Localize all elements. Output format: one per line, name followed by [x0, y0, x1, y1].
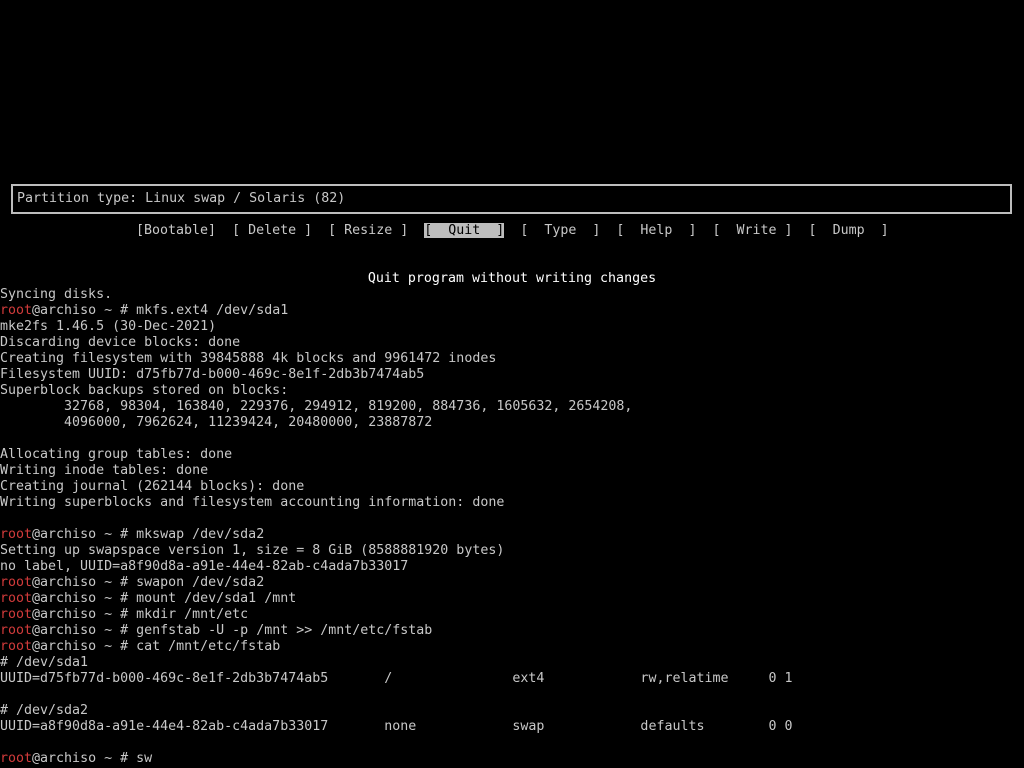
- prompt-user: root: [0, 623, 33, 638]
- command-text: sw: [136, 751, 153, 766]
- prompt-host: @archiso ~ #: [32, 591, 137, 606]
- output-line: Writing inode tables: done: [0, 463, 209, 478]
- command-text: mkswap /dev/sda2: [136, 527, 265, 542]
- output-line: UUID=d75fb77d-b000-469c-8e1f-2db3b7474ab…: [0, 671, 793, 686]
- command-text: swapon /dev/sda2: [136, 575, 265, 590]
- command-text: mount /dev/sda1 /mnt: [136, 591, 297, 606]
- output-line: Allocating group tables: done: [0, 447, 233, 462]
- prompt-user: root: [0, 591, 33, 606]
- prompt-host: @archiso ~ #: [32, 607, 137, 622]
- output-line: Discarding device blocks: done: [0, 335, 241, 350]
- output-line: 32768, 98304, 163840, 229376, 294912, 81…: [0, 399, 633, 414]
- menu-spacer: [216, 223, 232, 238]
- prompt-user: root: [0, 575, 33, 590]
- output-line: # /dev/sda2: [0, 703, 89, 718]
- menu-item-write[interactable]: [ Write ]: [712, 223, 792, 238]
- prompt-user: root: [0, 639, 33, 654]
- terminal-output[interactable]: Syncing disks. root@archiso ~ # mkfs.ext4…: [0, 287, 1024, 767]
- command-text: cat /mnt/etc/fstab: [136, 639, 281, 654]
- menu-spacer: [408, 223, 424, 238]
- prompt-line: root@archiso ~ # mkfs.ext4 /dev/sda1: [0, 303, 1024, 319]
- prompt-line: root@archiso ~ # mkswap /dev/sda2: [0, 527, 1024, 543]
- menu-spacer: [312, 223, 328, 238]
- output-line: mke2fs 1.46.5 (30-Dec-2021): [0, 319, 217, 334]
- output-line: Writing superblocks and filesystem accou…: [0, 495, 505, 510]
- menu-item-quit[interactable]: [ Quit ]: [424, 223, 505, 238]
- output-line: no label, UUID=a8f90d8a-a91e-44e4-82ab-c…: [0, 559, 409, 574]
- cfdisk-menu-bar: [Bootable] [ Delete ] [ Resize ] [ Quit …: [136, 223, 889, 239]
- command-text: mkfs.ext4 /dev/sda1: [136, 303, 289, 318]
- command-text: genfstab -U -p /mnt >> /mnt/etc/fstab: [136, 623, 433, 638]
- command-text: mkdir /mnt/etc: [136, 607, 249, 622]
- output-line: Creating filesystem with 39845888 4k blo…: [0, 351, 497, 366]
- prompt-user: root: [0, 527, 33, 542]
- menu-item-help[interactable]: [ Help ]: [616, 223, 696, 238]
- prompt-line: root@archiso ~ # genfstab -U -p /mnt >> …: [0, 623, 1024, 639]
- output-line: 4096000, 7962624, 11239424, 20480000, 23…: [0, 415, 433, 430]
- prompt-line: root@archiso ~ # mkdir /mnt/etc: [0, 607, 1024, 623]
- prompt-line: root@archiso ~ # cat /mnt/etc/fstab: [0, 639, 1024, 655]
- menu-spacer: [504, 223, 520, 238]
- partition-info-box: Partition type: Linux swap / Solaris (82…: [11, 184, 1012, 214]
- prompt-user: root: [0, 303, 33, 318]
- prompt-line: root@archiso ~ # swapon /dev/sda2: [0, 575, 1024, 591]
- menu-item-type[interactable]: [ Type ]: [520, 223, 600, 238]
- menu-item-bootable[interactable]: [Bootable]: [136, 223, 216, 238]
- menu-spacer: [696, 223, 712, 238]
- menu-spacer: [600, 223, 616, 238]
- output-line: Syncing disks.: [0, 287, 113, 302]
- prompt-host: @archiso ~ #: [32, 303, 137, 318]
- prompt-host: @archiso ~ #: [32, 575, 137, 590]
- menu-description: Quit program without writing changes: [367, 271, 657, 286]
- partition-type-text: Partition type: Linux swap / Solaris (82…: [17, 191, 346, 206]
- menu-item-dump[interactable]: [ Dump ]: [809, 223, 889, 238]
- output-line: UUID=a8f90d8a-a91e-44e4-82ab-c4ada7b3301…: [0, 719, 793, 734]
- output-line: Creating journal (262144 blocks): done: [0, 479, 305, 494]
- menu-item-delete[interactable]: [ Delete ]: [232, 223, 312, 238]
- output-line: Setting up swapspace version 1, size = 8…: [0, 543, 505, 558]
- prompt-user: root: [0, 751, 33, 766]
- prompt-host: @archiso ~ #: [32, 527, 137, 542]
- prompt-host: @archiso ~ #: [32, 751, 137, 766]
- output-line: Filesystem UUID: d75fb77d-b000-469c-8e1f…: [0, 367, 425, 382]
- prompt-host: @archiso ~ #: [32, 623, 137, 638]
- output-line: Superblock backups stored on blocks:: [0, 383, 289, 398]
- menu-item-resize[interactable]: [ Resize ]: [328, 223, 408, 238]
- output-line: # /dev/sda1: [0, 655, 89, 670]
- prompt-line: root@archiso ~ # sw: [0, 751, 1024, 767]
- prompt-host: @archiso ~ #: [32, 639, 137, 654]
- prompt-user: root: [0, 607, 33, 622]
- menu-spacer: [793, 223, 809, 238]
- prompt-line: root@archiso ~ # mount /dev/sda1 /mnt: [0, 591, 1024, 607]
